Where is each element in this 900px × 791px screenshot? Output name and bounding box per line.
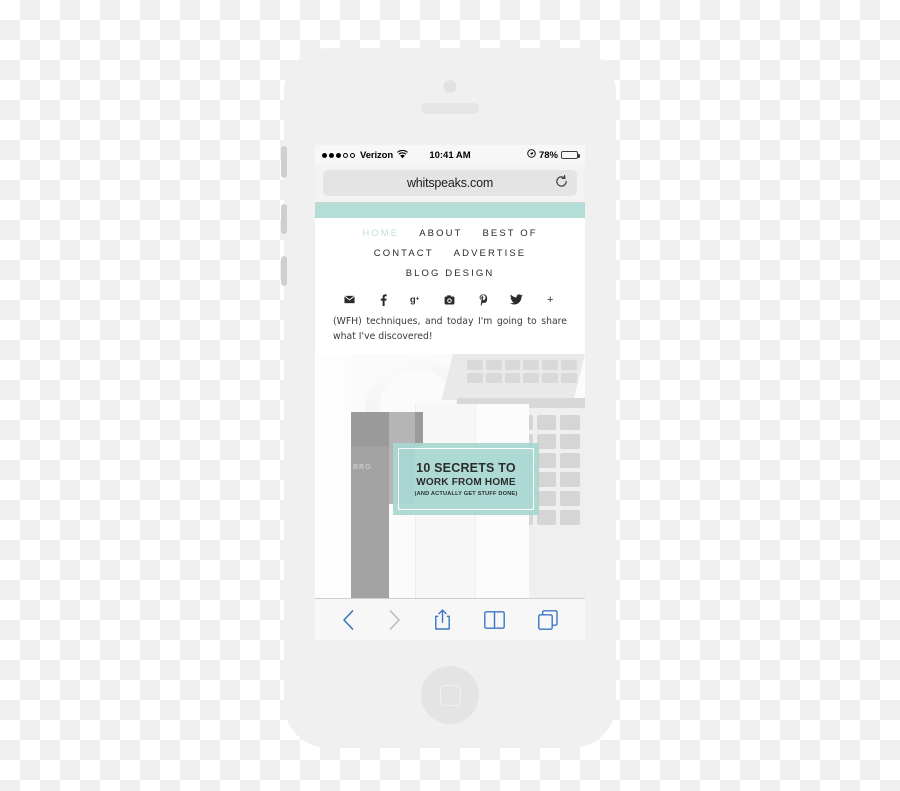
browser-toolbar bbox=[315, 598, 585, 640]
facebook-icon[interactable] bbox=[366, 294, 399, 306]
nav-row-1: HOME ABOUT BEST OF bbox=[315, 228, 585, 239]
social-links-row: g + + bbox=[315, 292, 585, 314]
photo-scene: BRO 10 SECRETS TO WORK FROM HOME (AND AC… bbox=[351, 354, 585, 598]
url-input[interactable]: whitspeaks.com bbox=[323, 170, 577, 196]
nav-link-contact[interactable]: CONTACT bbox=[374, 248, 434, 259]
web-page-content: HOME ABOUT BEST OF CONTACT ADVERTISE BLO… bbox=[315, 203, 585, 598]
earpiece-speaker bbox=[421, 103, 479, 114]
tabs-button[interactable] bbox=[538, 609, 559, 630]
reload-icon[interactable] bbox=[555, 174, 568, 191]
bookmarks-button[interactable] bbox=[484, 610, 506, 629]
carrier-label: Verizon bbox=[360, 149, 394, 161]
twitter-icon[interactable] bbox=[500, 294, 533, 305]
volume-down-button[interactable] bbox=[281, 256, 287, 286]
phone-screen: Verizon 10:41 AM 78% whitspeaks.com HOME… bbox=[315, 145, 585, 640]
front-camera-icon bbox=[443, 80, 457, 93]
nav-link-about[interactable]: ABOUT bbox=[419, 228, 462, 239]
location-arrow-icon bbox=[527, 149, 536, 161]
post-body-text: (WFH) techniques, and today I'm going to… bbox=[333, 316, 567, 343]
nav-link-best-of[interactable]: BEST OF bbox=[482, 228, 537, 239]
overlay-title-line-1: 10 SECRETS TO bbox=[416, 460, 516, 475]
share-button[interactable] bbox=[434, 609, 451, 630]
volume-up-button[interactable] bbox=[281, 204, 287, 234]
image-text-overlay: 10 SECRETS TO WORK FROM HOME (AND ACTUAL… bbox=[393, 443, 539, 516]
nav-row-3: BLOG DESIGN bbox=[315, 268, 585, 279]
signal-strength-icon bbox=[322, 152, 355, 158]
battery-icon bbox=[561, 150, 580, 160]
back-button[interactable] bbox=[342, 609, 355, 630]
nav-link-blog-design[interactable]: BLOG DESIGN bbox=[406, 268, 495, 279]
photo-watermark: BRO bbox=[353, 464, 372, 472]
silent-switch[interactable] bbox=[281, 146, 287, 178]
svg-text:+: + bbox=[416, 296, 420, 303]
nav-link-advertise[interactable]: ADVERTISE bbox=[454, 248, 527, 259]
overlay-subtitle: (AND ACTUALLY GET STUFF DONE) bbox=[414, 491, 518, 498]
nav-row-2: CONTACT ADVERTISE bbox=[315, 248, 585, 259]
status-bar-right: 78% bbox=[527, 149, 580, 161]
more-icon[interactable]: + bbox=[534, 294, 567, 306]
google-plus-icon[interactable]: g + bbox=[400, 294, 433, 305]
battery-percent-label: 78% bbox=[538, 149, 558, 161]
post-featured-image[interactable]: BRO 10 SECRETS TO WORK FROM HOME (AND AC… bbox=[315, 354, 585, 598]
status-bar: Verizon 10:41 AM 78% bbox=[315, 145, 585, 165]
email-icon[interactable] bbox=[333, 295, 366, 306]
site-navigation: HOME ABOUT BEST OF CONTACT ADVERTISE BLO… bbox=[315, 218, 585, 292]
home-button-square-icon bbox=[439, 684, 461, 706]
laptop-function-keys bbox=[467, 360, 577, 388]
overlay-title-line-2: WORK FROM HOME bbox=[416, 477, 516, 489]
nav-link-home[interactable]: HOME bbox=[362, 228, 399, 239]
site-header-bar bbox=[315, 203, 585, 218]
pinterest-icon[interactable] bbox=[467, 294, 500, 306]
wifi-icon bbox=[397, 149, 409, 161]
browser-url-bar: whitspeaks.com bbox=[315, 165, 585, 203]
forward-button bbox=[388, 609, 401, 630]
url-text: whitspeaks.com bbox=[406, 176, 494, 190]
instagram-icon[interactable] bbox=[433, 294, 466, 306]
overlay-text-block: 10 SECRETS TO WORK FROM HOME (AND ACTUAL… bbox=[409, 461, 524, 497]
phone-device: Verizon 10:41 AM 78% whitspeaks.com HOME… bbox=[281, 48, 616, 748]
home-button[interactable] bbox=[421, 666, 479, 724]
